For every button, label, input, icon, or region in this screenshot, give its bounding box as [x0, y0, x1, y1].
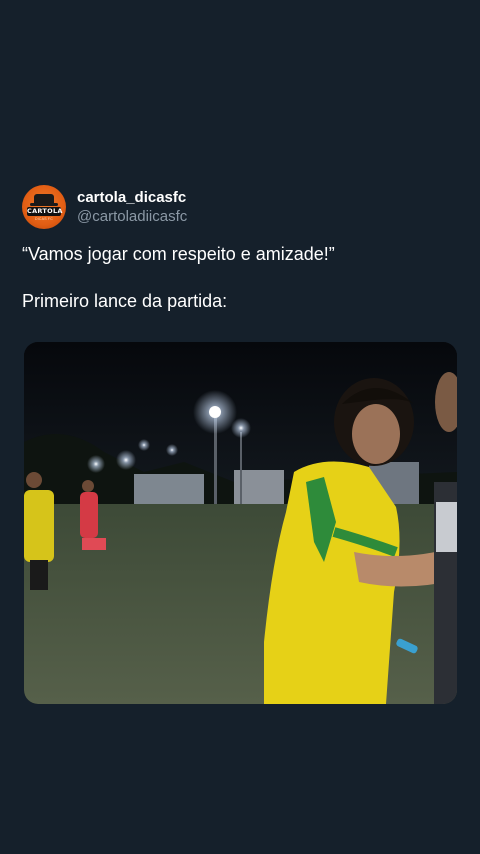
avatar-logo-text: CARTOLA — [27, 207, 63, 216]
player-red-legs — [82, 538, 106, 550]
avatar-logo-subtext: DICAS FC — [35, 217, 53, 221]
floodlight — [87, 455, 105, 473]
tweet-header: CARTOLA DICAS FC cartola_dicasfc @cartol… — [22, 184, 458, 230]
tweet-text-line-1: “Vamos jogar com respeito e amizade!” — [22, 244, 335, 264]
floodlight — [231, 418, 251, 438]
floodlight — [138, 439, 150, 451]
player-red-body — [80, 492, 98, 538]
author-names: cartola_dicasfc @cartoladiicasfc — [77, 188, 187, 226]
player-red-head — [82, 480, 94, 492]
hat-brim — [30, 203, 58, 206]
player-left-legs — [30, 560, 48, 590]
tweet-text-line-2: Primeiro lance da partida: — [22, 291, 228, 311]
tweet-text: “Vamos jogar com respeito e amizade!” Pr… — [22, 242, 458, 313]
tweet: CARTOLA DICAS FC cartola_dicasfc @cartol… — [22, 184, 458, 313]
user-handle[interactable]: @cartoladiicasfc — [77, 207, 187, 226]
floodlight — [116, 450, 136, 470]
floodlight — [166, 444, 178, 456]
player-left-body — [24, 490, 54, 562]
player-left-head — [26, 472, 42, 488]
player-right-shirt — [436, 502, 457, 552]
building — [134, 474, 204, 506]
tweet-video[interactable] — [24, 342, 457, 704]
floodlight-bulb — [209, 406, 221, 418]
avatar[interactable]: CARTOLA DICAS FC — [22, 185, 66, 229]
video-frame-image — [24, 342, 457, 704]
player-main-face — [352, 404, 400, 464]
display-name[interactable]: cartola_dicasfc — [77, 188, 187, 207]
light-pole — [240, 432, 242, 512]
